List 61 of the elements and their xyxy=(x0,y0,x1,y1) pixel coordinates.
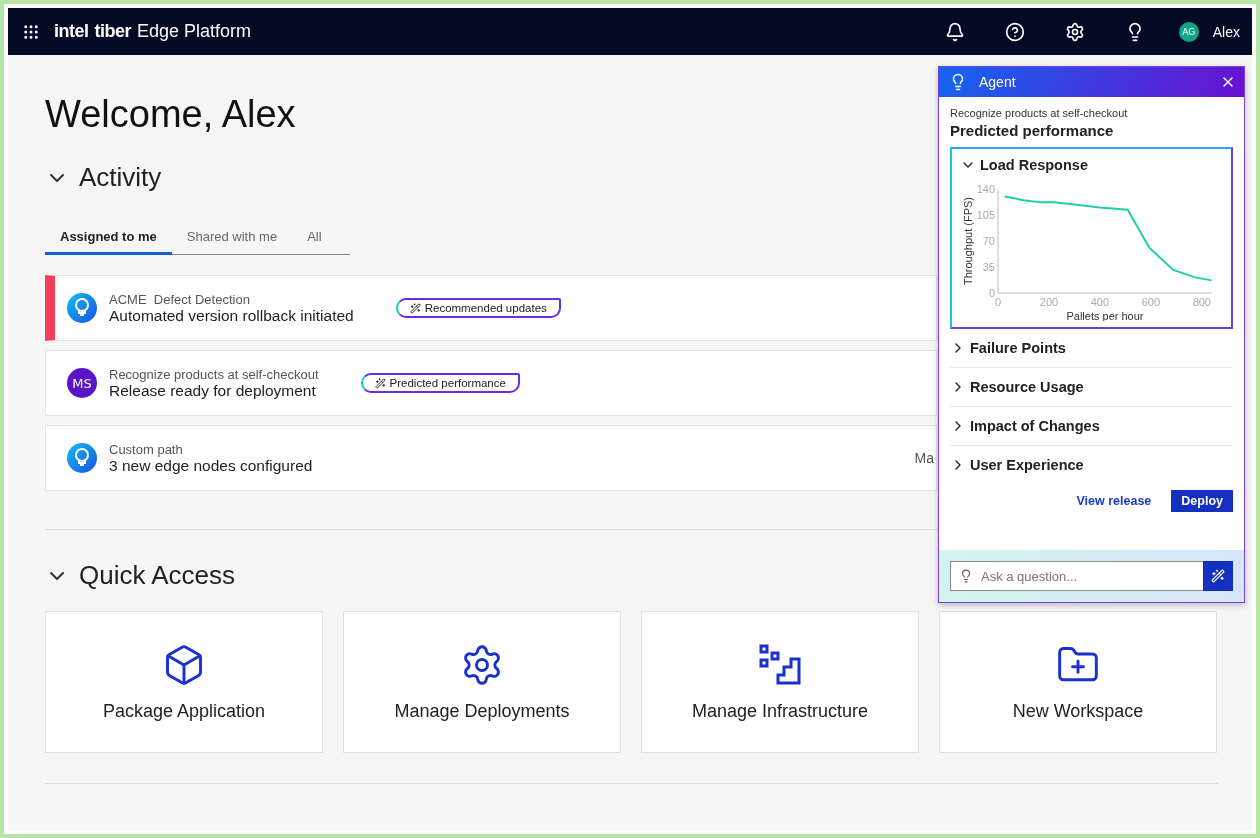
section-title: Quick Access xyxy=(79,560,236,591)
magic-wand-icon xyxy=(374,377,386,389)
help-icon[interactable] xyxy=(1004,21,1025,42)
activity-message: Release ready for deployment xyxy=(109,381,317,400)
accordion-header[interactable]: User Experience xyxy=(950,446,1233,484)
x-tick-label: 0 xyxy=(994,296,1002,308)
activity-row[interactable]: MS Recognize products at self-checkout Release ready for deployment Predicted performance xyxy=(45,350,937,416)
x-tick-label: 600 xyxy=(1141,296,1161,308)
activity-tab[interactable]: All xyxy=(292,221,337,255)
x-tick-label: 200 xyxy=(1039,296,1059,308)
quick-access-card[interactable]: Manage Deployments xyxy=(343,611,621,753)
agent-title: Agent xyxy=(979,74,1017,90)
bell-icon[interactable] xyxy=(944,21,965,42)
logo-wordmark: intel xyxy=(54,21,89,42)
welcome-heading: Welcome, Alex xyxy=(45,93,296,136)
y-axis-title: Throughput (FPS) xyxy=(962,197,974,285)
ask-button[interactable] xyxy=(1203,561,1233,591)
activity-row[interactable]: ACME Defect Detection Automated version rollback initiated Recommended updates xyxy=(45,275,937,341)
deploy-button[interactable]: Deploy xyxy=(1171,490,1233,512)
y-tick-label: 140 xyxy=(976,183,995,195)
y-tick-label: 0 xyxy=(988,287,995,299)
magic-wand-icon xyxy=(1211,569,1225,583)
activity-tab[interactable]: Assigned to me xyxy=(45,221,172,255)
row-trailing-text: Ma xyxy=(914,450,934,466)
project-name: Recognize products at self-checkout xyxy=(109,366,319,382)
agent-context: Recognize products at self-checkout xyxy=(950,107,1129,119)
activity-message: Automated version rollback initiated xyxy=(109,306,354,325)
project-name: Custom path xyxy=(109,441,184,457)
quick-access-card[interactable]: Package Application xyxy=(45,611,323,753)
user-avatar: MS xyxy=(67,368,97,398)
magic-wand-icon xyxy=(409,302,421,314)
lightbulb-avatar-icon xyxy=(67,293,97,323)
activity-message: 3 new edge nodes configured xyxy=(109,456,313,475)
view-release-link[interactable]: View release xyxy=(1076,494,1152,508)
y-tick-label: 70 xyxy=(982,235,995,247)
apps-grid-icon[interactable] xyxy=(22,22,40,41)
question-field[interactable]: Ask a question... xyxy=(950,561,1203,591)
y-tick-label: 35 xyxy=(982,261,995,273)
user-name[interactable]: Alex xyxy=(1212,23,1240,40)
quick-access-card[interactable]: New Workspace xyxy=(939,611,1217,753)
steps-icon xyxy=(758,642,802,687)
ai-tag[interactable]: Recommended updates xyxy=(395,298,561,318)
project-name: ACME Defect Detection xyxy=(109,291,251,307)
accordion-header[interactable]: Load Response xyxy=(960,157,1088,173)
x-tick-label: 400 xyxy=(1090,296,1110,308)
activity-tab[interactable]: Shared with me xyxy=(171,221,293,255)
accordion-header[interactable]: Resource Usage xyxy=(950,368,1233,407)
lightbulb-avatar-icon xyxy=(67,443,97,473)
quick-access-card[interactable]: Manage Infrastructure xyxy=(641,611,919,753)
lightbulb-icon xyxy=(959,569,973,583)
section-title: Activity xyxy=(79,162,162,193)
accordion-header[interactable]: Failure Points xyxy=(950,329,1233,368)
y-tick-label: 105 xyxy=(976,209,995,221)
agent-heading: Predicted performance xyxy=(950,122,1115,139)
settings-icon[interactable] xyxy=(1064,21,1085,42)
ai-tag[interactable]: Predicted performance xyxy=(360,373,520,393)
activity-row[interactable]: Custom path 3 new edge nodes configured Ma xyxy=(45,425,937,491)
x-tick-label: 800 xyxy=(1192,296,1211,308)
accordion-header[interactable]: Impact of Changes xyxy=(950,407,1233,446)
product-name: Edge Platform xyxy=(137,21,252,42)
logo-wordmark: tiber xyxy=(94,21,132,42)
